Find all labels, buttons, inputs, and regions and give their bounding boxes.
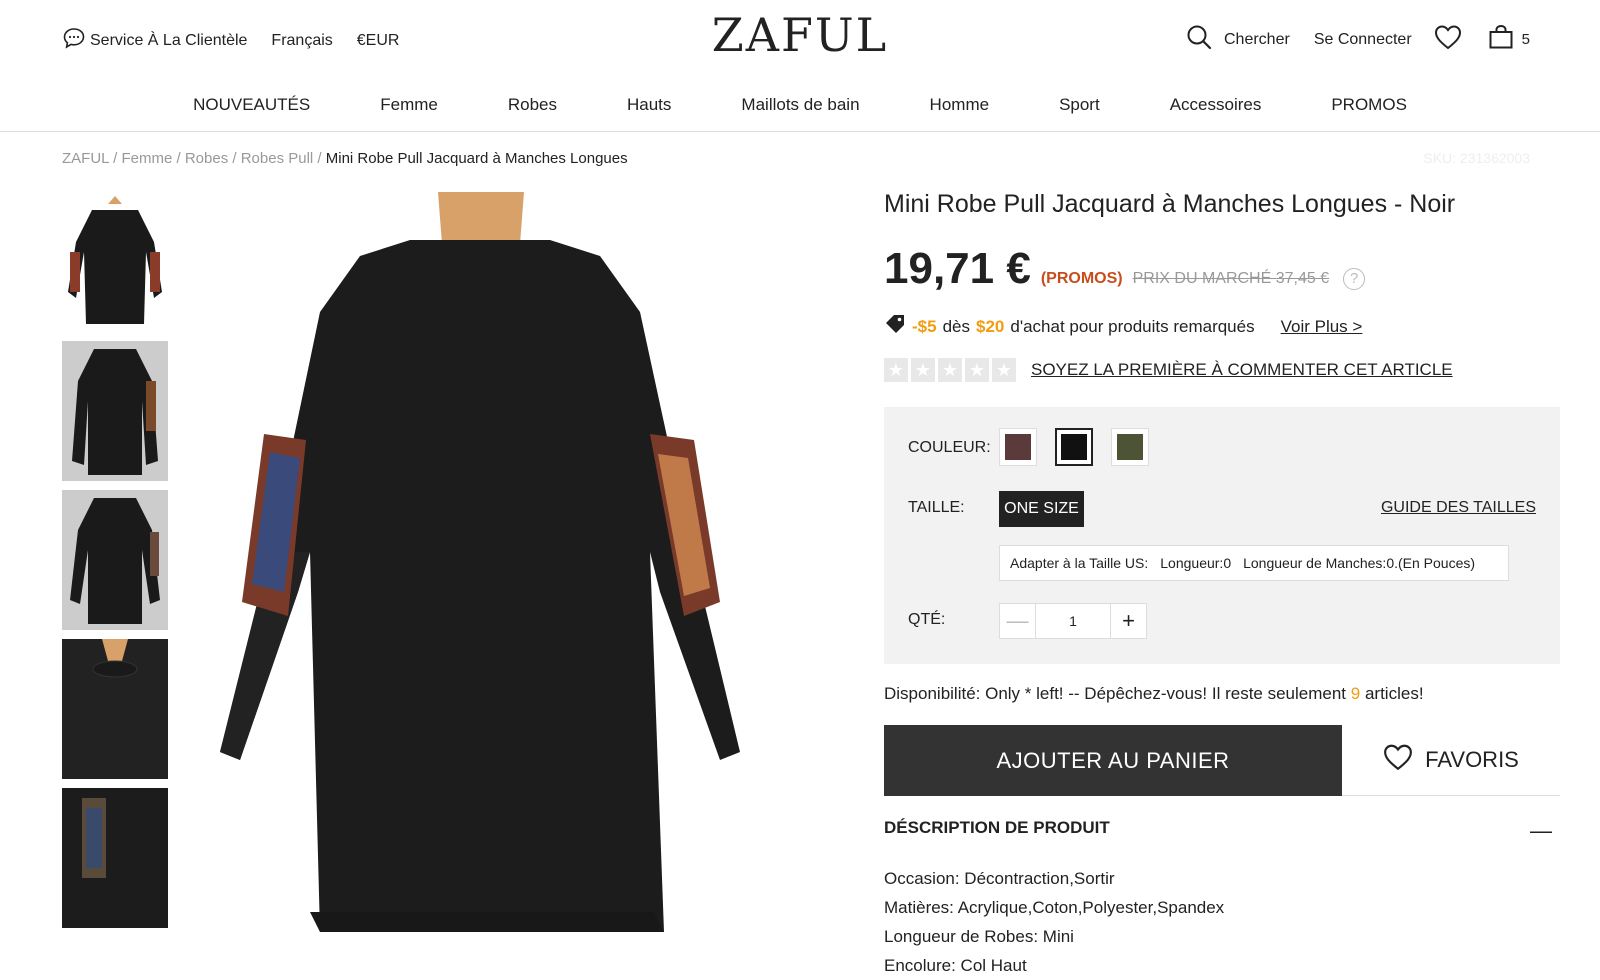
price-tag-icon: [884, 313, 906, 340]
breadcrumb-femme[interactable]: Femme: [121, 150, 172, 167]
fit-info-box: Adapter à la Taille US: Longueur:0 Longu…: [999, 545, 1509, 581]
add-to-cart-button[interactable]: AJOUTER AU PANIER: [884, 725, 1342, 796]
collapse-minus-icon[interactable]: —: [1530, 818, 1552, 844]
thumbnail-5[interactable]: [62, 788, 168, 928]
breadcrumb-robes[interactable]: Robes: [185, 150, 228, 167]
thumbnail-4[interactable]: [62, 639, 168, 779]
search-label: Chercher: [1224, 30, 1290, 48]
rating-row: ★ ★ ★ ★ ★ SOYEZ LA PREMIÈRE À COMMENTER …: [884, 358, 1453, 382]
current-price: 19,71 €: [884, 244, 1031, 293]
qty-label: QTÉ:: [908, 611, 946, 628]
size-option-one-size[interactable]: ONE SIZE: [999, 491, 1084, 527]
coupon-more-link[interactable]: Voir Plus >: [1281, 317, 1363, 337]
wishlist-heart-icon[interactable]: [1434, 24, 1462, 55]
nav-item-maillots[interactable]: Maillots de bain: [706, 95, 894, 115]
description-title: DÉSCRIPTION DE PRODUIT: [884, 818, 1110, 837]
availability-count: 9: [1350, 684, 1361, 703]
description-specs: Occasion: Décontraction,Sortir Matières:…: [884, 864, 1224, 980]
nav-item-sport[interactable]: Sport: [1024, 95, 1135, 115]
quantity-stepper: — 1 +: [999, 603, 1147, 639]
breadcrumb-zaful[interactable]: ZAFUL: [62, 150, 109, 167]
coupon-amount: $20: [976, 316, 1005, 336]
color-swatch-1[interactable]: [999, 428, 1037, 466]
availability-prefix: Disponibilité: Only * left! -- Dépêchez-…: [884, 684, 1347, 703]
nav-item-femme[interactable]: Femme: [345, 95, 473, 115]
breadcrumb-current: Mini Robe Pull Jacquard à Manches Longue…: [325, 150, 628, 167]
nav-item-promos[interactable]: PROMOS: [1296, 95, 1442, 115]
description-header[interactable]: DÉSCRIPTION DE PRODUIT —: [884, 818, 1560, 843]
color-swatch-3[interactable]: [1111, 428, 1149, 466]
top-right-links: Chercher Se Connecter 5: [1186, 24, 1530, 55]
price-row: 19,71 € (PROMOS) PRIX DU MARCHÉ 37,45 € …: [884, 244, 1366, 294]
fit-label: Adapter à la Taille US:: [1010, 555, 1149, 571]
fit-length: Longueur:0: [1160, 555, 1232, 571]
color-label: COULEUR:: [908, 439, 991, 456]
breadcrumb-robes-pull[interactable]: Robes Pull: [241, 150, 314, 167]
spec-line: Encolure: Col Haut: [884, 956, 1027, 975]
heart-icon: [1383, 743, 1413, 777]
write-review-link[interactable]: SOYEZ LA PREMIÈRE À COMMENTER CET ARTICL…: [1031, 360, 1453, 380]
breadcrumb: ZAFUL / Femme / Robes / Robes Pull / Min…: [62, 150, 628, 167]
star-icon: ★: [938, 358, 962, 382]
coupon-discount: -$5: [912, 316, 937, 336]
promo-tag: (PROMOS): [1040, 270, 1123, 287]
plus-icon[interactable]: +: [1110, 604, 1146, 638]
coupon-text: d'achat pour produits remarqués: [1010, 316, 1255, 336]
nav-item-homme[interactable]: Homme: [895, 95, 1025, 115]
coupon-row: -$5 dès $20 d'achat pour produits remarq…: [884, 313, 1362, 340]
minus-icon[interactable]: —: [1000, 604, 1036, 638]
search-icon: [1186, 24, 1212, 55]
availability-text: Disponibilité: Only * left! -- Dépêchez-…: [884, 684, 1424, 704]
spec-line: Longueur de Robes: Mini: [884, 927, 1074, 946]
size-label: TAILLE:: [908, 499, 965, 516]
help-question-icon[interactable]: ?: [1343, 268, 1366, 290]
sku-label: SKU: 231362003: [1423, 150, 1530, 166]
spec-line: Matières: Acrylique,Coton,Polyester,Span…: [884, 898, 1225, 917]
search-button[interactable]: Chercher: [1186, 24, 1290, 55]
fit-sleeve: Longueur de Manches:0.(En Pouces): [1243, 555, 1476, 571]
nav-item-robes[interactable]: Robes: [473, 95, 592, 115]
nav-item-nouveautes[interactable]: NOUVEAUTÉS: [158, 95, 345, 115]
star-icon: ★: [911, 358, 935, 382]
cart-count: 5: [1521, 31, 1530, 48]
main-product-image[interactable]: [180, 192, 774, 958]
color-swatch-2-selected[interactable]: [1055, 428, 1093, 466]
star-icon: ★: [884, 358, 908, 382]
favorites-label: FAVORIS: [1425, 747, 1519, 772]
product-title: Mini Robe Pull Jacquard à Manches Longue…: [884, 190, 1456, 218]
logo-text: ZAFUL: [711, 8, 889, 62]
coupon-from: dès: [942, 316, 970, 336]
market-price: PRIX DU MARCHÉ 37,45 €: [1132, 270, 1330, 287]
top-bar: Service À La Clientèle Français €EUR ZAF…: [0, 0, 1600, 78]
options-panel: COULEUR: TAILLE: ONE SIZE GUIDE DES TAIL…: [884, 407, 1560, 664]
quantity-input[interactable]: 1: [1036, 604, 1110, 638]
shopping-bag-icon: [1488, 24, 1514, 55]
favorites-button[interactable]: FAVORIS: [1342, 725, 1560, 796]
cart-button[interactable]: 5: [1488, 24, 1530, 55]
main-nav: NOUVEAUTÉS Femme Robes Hauts Maillots de…: [0, 78, 1600, 132]
star-icon: ★: [965, 358, 989, 382]
thumbnail-list: [62, 192, 168, 937]
thumbnail-3[interactable]: [62, 490, 168, 630]
thumbnail-2[interactable]: [62, 341, 168, 481]
size-guide-link[interactable]: GUIDE DES TAILLES: [1381, 499, 1536, 517]
login-link[interactable]: Se Connecter: [1314, 31, 1412, 49]
star-icon: ★: [992, 358, 1016, 382]
availability-suffix: articles!: [1364, 684, 1424, 703]
nav-item-hauts[interactable]: Hauts: [592, 95, 706, 115]
thumbnail-1[interactable]: [62, 192, 168, 332]
nav-item-accessoires[interactable]: Accessoires: [1135, 95, 1297, 115]
spec-line: Occasion: Décontraction,Sortir: [884, 869, 1115, 888]
